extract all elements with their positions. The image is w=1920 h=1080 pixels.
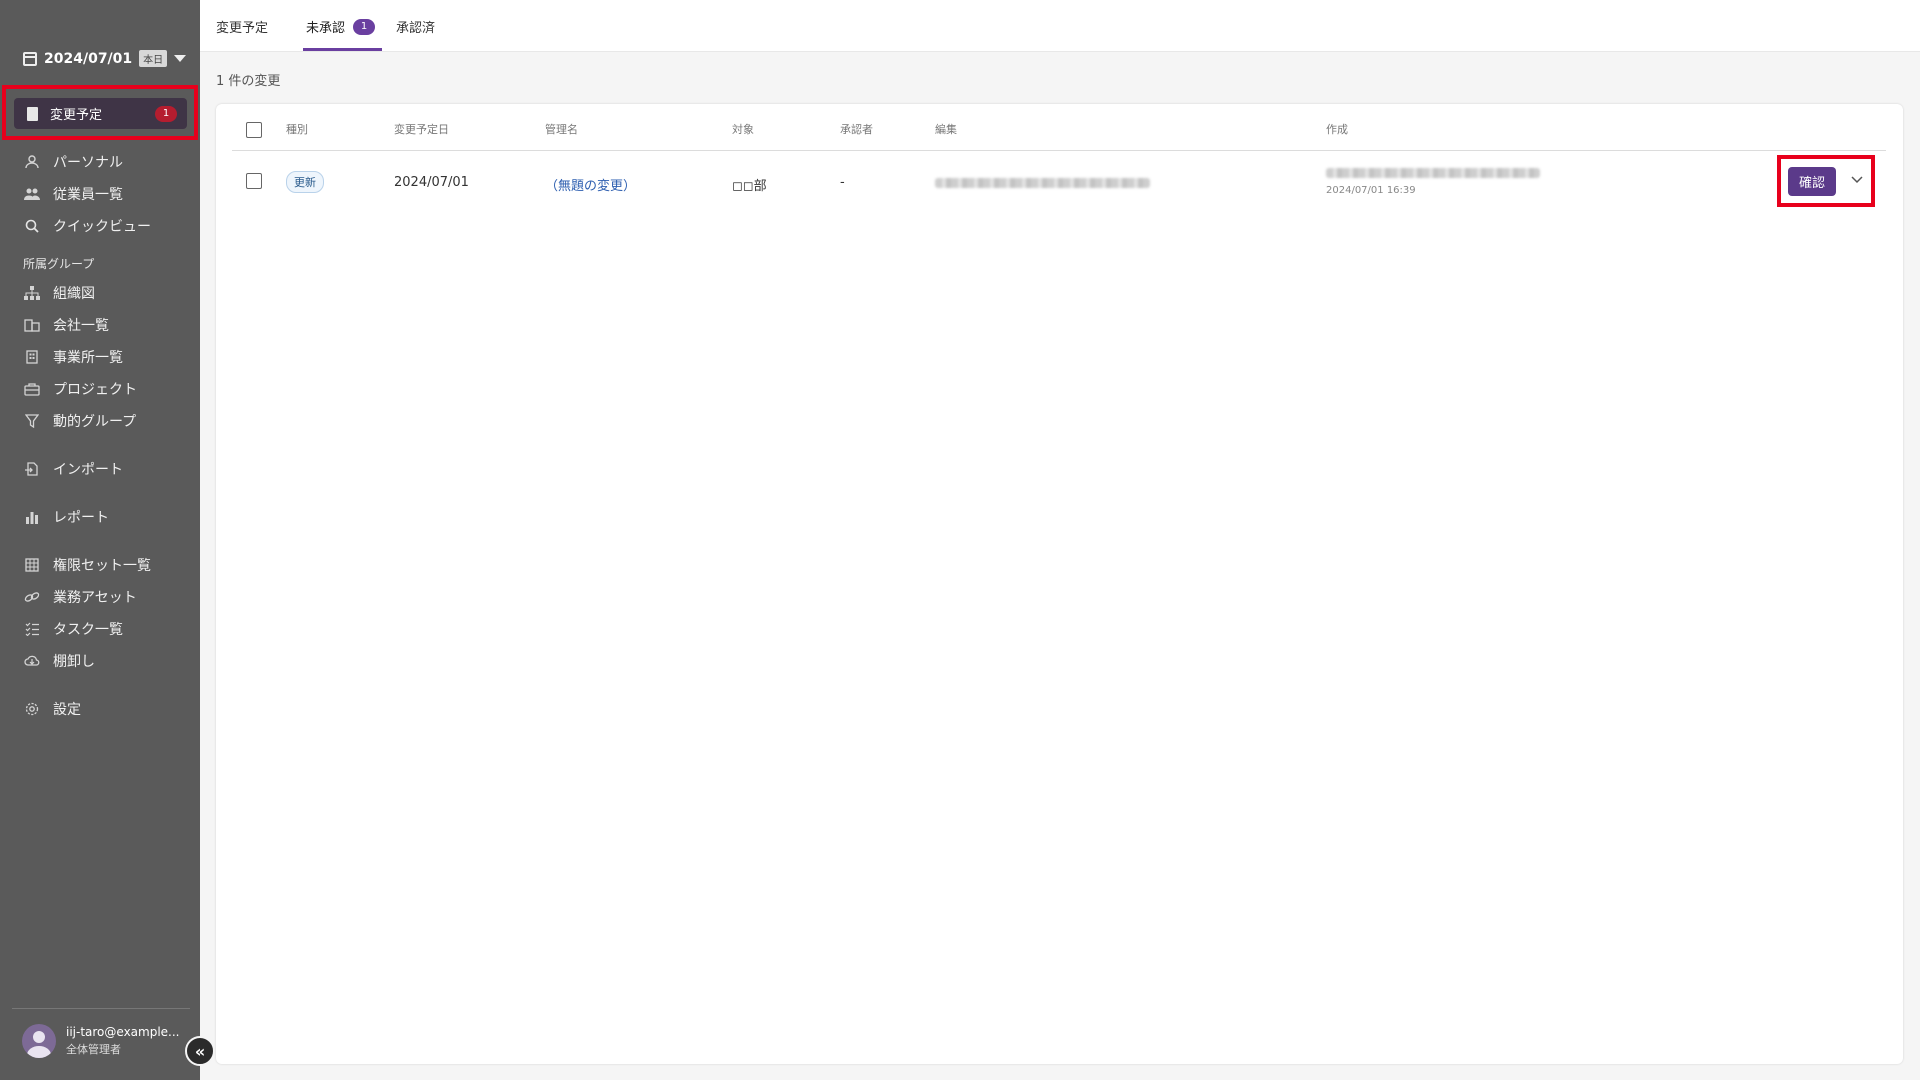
row-checkbox[interactable]: [246, 173, 262, 189]
header-scheduled-date[interactable]: 変更予定日: [394, 121, 449, 137]
chevron-down-icon[interactable]: [1849, 172, 1865, 188]
tab-bar: [200, 0, 1920, 52]
confirm-button[interactable]: 確認: [1788, 167, 1836, 196]
tab-scheduled[interactable]: 変更予定: [216, 17, 268, 36]
current-date: 2024/07/01: [44, 50, 133, 67]
header-edit: 編集: [935, 123, 957, 136]
person-icon: [24, 154, 40, 170]
tab-approved[interactable]: 承認済: [396, 17, 435, 36]
bar-chart-icon: [24, 509, 40, 525]
sidebar-item-label: 変更予定: [50, 108, 103, 123]
sidebar-item-label: 設定: [53, 702, 81, 718]
sidebar-item-label: 組織図: [53, 286, 95, 302]
group-section-label: 所属グループ: [23, 257, 95, 271]
changes-table: [216, 104, 1903, 1064]
grid-icon: [24, 557, 40, 573]
sidebar-item-label: パーソナル: [53, 155, 123, 171]
sidebar-item-employees[interactable]: 従業員一覧: [24, 184, 123, 204]
user-menu[interactable]: iij-taro@example... 全体管理者: [22, 1024, 180, 1058]
filter-icon: [24, 413, 40, 429]
tab-unapproved[interactable]: 未承認 1: [306, 17, 376, 36]
sidebar-item-projects[interactable]: プロジェクト: [24, 379, 137, 399]
header-type: 種別: [286, 123, 308, 136]
target: ◻◻部: [732, 179, 767, 194]
sidebar: 2024/07/01 本日 変更予定 1 パーソナル 従業員一覧 クイックビュー…: [0, 0, 200, 1080]
edited-by-redacted: [935, 178, 1150, 188]
sidebar-item-label: プロジェクト: [53, 382, 137, 398]
sidebar-item-label: インポート: [53, 462, 123, 478]
sidebar-item-label: 従業員一覧: [53, 187, 123, 203]
org-chart-icon: [24, 285, 40, 301]
count-badge: 1: [353, 18, 376, 35]
today-badge: 本日: [139, 50, 168, 67]
avatar: [22, 1024, 56, 1058]
sidebar-item-permission-sets[interactable]: 権限セット一覧: [24, 555, 151, 575]
sidebar-item-personal[interactable]: パーソナル: [24, 152, 123, 172]
sidebar-item-label: レポート: [53, 510, 109, 526]
search-icon: [24, 218, 40, 234]
tab-label: 変更予定: [216, 21, 269, 36]
sidebar-item-org-chart[interactable]: 組織図: [24, 283, 95, 303]
cloud-download-icon: [24, 653, 40, 669]
sidebar-item-label: 業務アセット: [53, 590, 137, 606]
sidebar-divider: [12, 1008, 190, 1009]
sidebar-item-label: 会社一覧: [53, 318, 109, 334]
building-icon: [24, 317, 40, 333]
sidebar-item-companies[interactable]: 会社一覧: [24, 315, 109, 335]
select-all-checkbox[interactable]: [246, 122, 262, 138]
document-icon: [27, 106, 38, 121]
sidebar-item-label: 棚卸し: [53, 654, 95, 670]
sidebar-item-offices[interactable]: 事業所一覧: [24, 347, 123, 367]
sidebar-item-inventory[interactable]: 棚卸し: [24, 651, 95, 671]
sidebar-item-label: タスク一覧: [53, 622, 123, 638]
checklist-icon: [24, 621, 40, 637]
sidebar-item-quickview[interactable]: クイックビュー: [24, 216, 151, 236]
user-role: 全体管理者: [66, 1043, 121, 1056]
collapse-sidebar-icon[interactable]: «: [185, 1036, 215, 1066]
sidebar-item-label: クイックビュー: [53, 219, 151, 235]
tab-label: 未承認: [306, 21, 346, 36]
user-email: iij-taro@example...: [66, 1025, 180, 1039]
briefcase-icon: [24, 381, 40, 397]
tab-label: 承認済: [396, 21, 436, 36]
sidebar-item-label: 権限セット一覧: [53, 558, 151, 574]
sidebar-item-reports[interactable]: レポート: [24, 507, 109, 527]
sidebar-item-label: 事業所一覧: [53, 350, 123, 366]
admin-name-link[interactable]: （無題の変更）: [545, 175, 636, 194]
caret-down-icon: [174, 55, 187, 62]
change-count: 1 件の変更: [216, 74, 281, 89]
approver: -: [840, 175, 845, 190]
count-badge: 1: [155, 105, 177, 122]
import-icon: [24, 461, 40, 477]
scheduled-date: 2024/07/01: [394, 175, 469, 190]
header-target: 対象: [732, 123, 754, 136]
header-created: 作成: [1326, 123, 1348, 136]
sidebar-item-dynamic-groups[interactable]: 動的グループ: [24, 411, 136, 431]
gear-icon: [24, 701, 40, 717]
header-approver: 承認者: [840, 123, 873, 136]
sidebar-item-label: 動的グループ: [53, 414, 137, 430]
created-time: 2024/07/01 16:39: [1326, 185, 1416, 196]
sidebar-item-business-assets[interactable]: 業務アセット: [24, 587, 137, 607]
active-tab-indicator: [303, 48, 382, 51]
calendar-icon: [23, 51, 37, 66]
header-divider: [232, 150, 1886, 151]
office-icon: [24, 349, 40, 365]
sidebar-item-tasks[interactable]: タスク一覧: [24, 619, 123, 639]
type-badge: 更新: [286, 171, 324, 193]
sidebar-item-settings[interactable]: 設定: [24, 699, 81, 719]
sidebar-item-import[interactable]: インポート: [24, 459, 123, 479]
sidebar-item-scheduled-changes[interactable]: 変更予定 1: [14, 98, 187, 129]
header-admin-name: 管理名: [545, 123, 578, 136]
created-by-redacted: [1326, 168, 1540, 178]
link-icon: [24, 589, 40, 605]
people-icon: [24, 186, 40, 202]
date-selector[interactable]: 2024/07/01 本日: [23, 50, 187, 67]
